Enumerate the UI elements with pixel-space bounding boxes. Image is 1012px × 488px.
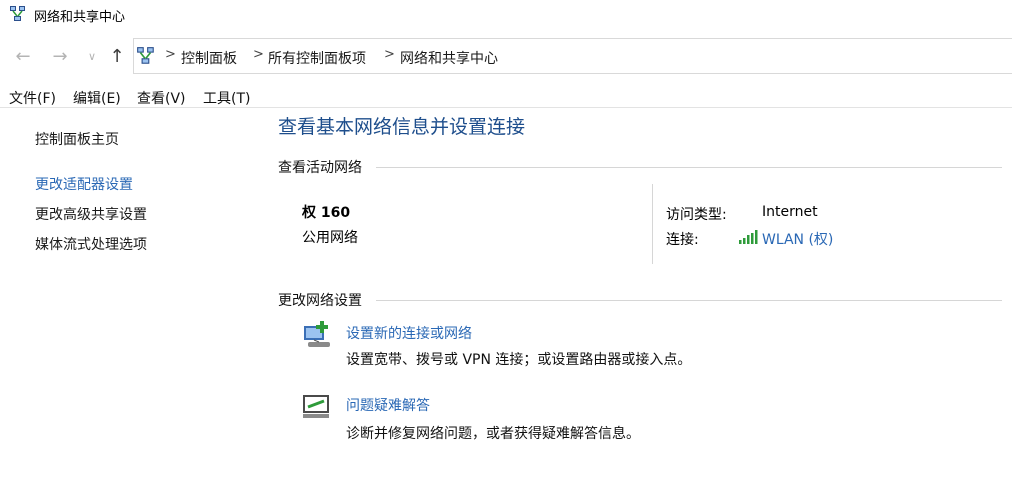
menu-divider	[0, 107, 1012, 108]
address-bar[interactable]	[133, 38, 1012, 74]
change-settings-title: 更改网络设置	[278, 293, 362, 309]
menu-file[interactable]: 文件(F)	[9, 88, 56, 108]
troubleshoot-link[interactable]: 问题疑难解答	[346, 395, 430, 415]
breadcrumb-item-all-items[interactable]: 所有控制面板项	[268, 48, 366, 68]
network-name: 权 160	[302, 205, 351, 221]
vertical-divider	[652, 184, 653, 264]
breadcrumb-separator[interactable]: >	[253, 47, 264, 62]
troubleshoot-icon	[303, 395, 329, 418]
sidebar-item-adapter-settings[interactable]: 更改适配器设置	[35, 174, 133, 194]
up-arrow-icon[interactable]: ↑	[106, 46, 128, 68]
back-arrow-icon[interactable]: ←	[12, 46, 34, 68]
setup-connection-desc: 设置宽带、拨号或 VPN 连接；或设置路由器或接入点。	[346, 352, 692, 368]
breadcrumb-item-network-center[interactable]: 网络和共享中心	[400, 48, 498, 68]
breadcrumb-item-control-panel[interactable]: 控制面板	[181, 48, 237, 68]
menu-edit[interactable]: 编辑(E)	[73, 88, 121, 108]
forward-arrow-icon[interactable]: →	[49, 46, 71, 68]
menu-tools[interactable]: 工具(T)	[203, 88, 250, 108]
wifi-signal-icon	[739, 230, 758, 244]
connection-label: 连接:	[666, 232, 699, 248]
access-type-value: Internet	[762, 204, 818, 220]
title-bar: 网络和共享中心	[0, 0, 1012, 30]
chevron-down-icon[interactable]: ∨	[81, 46, 103, 68]
access-type-label: 访问类型:	[666, 207, 727, 223]
network-category[interactable]: 公用网络	[302, 227, 358, 247]
sidebar-item-advanced-sharing[interactable]: 更改高级共享设置	[35, 204, 147, 224]
new-connection-icon	[304, 321, 330, 347]
active-networks-title: 查看活动网络	[278, 160, 362, 176]
page-title: 查看基本网络信息并设置连接	[278, 116, 526, 138]
network-center-icon	[137, 47, 154, 64]
menu-view[interactable]: 查看(V)	[137, 88, 186, 108]
connection-link[interactable]: WLAN (权)	[762, 229, 833, 249]
breadcrumb-separator[interactable]: >	[384, 47, 395, 62]
sidebar-item-home[interactable]: 控制面板主页	[35, 129, 119, 149]
setup-connection-link[interactable]: 设置新的连接或网络	[346, 323, 472, 343]
sidebar-item-media-streaming[interactable]: 媒体流式处理选项	[35, 234, 147, 254]
troubleshoot-desc: 诊断并修复网络问题，或者获得疑难解答信息。	[346, 426, 640, 442]
section-divider	[376, 167, 1002, 168]
section-divider	[376, 300, 1002, 301]
breadcrumb-separator[interactable]: >	[165, 47, 176, 62]
window-title: 网络和共享中心	[34, 10, 126, 25]
network-center-icon	[10, 6, 25, 21]
